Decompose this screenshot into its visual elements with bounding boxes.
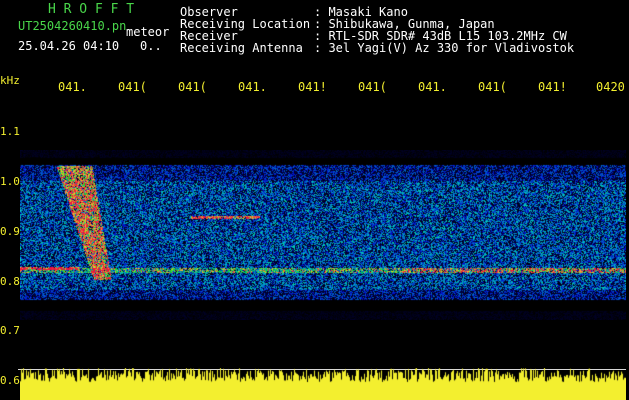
spectrogram (20, 150, 626, 320)
date-time: 25.04.26 04:10 (18, 39, 120, 53)
x-tick: 041( (358, 80, 387, 94)
y-tick: 0.6 (0, 374, 20, 387)
y-tick: 1.1 (0, 125, 20, 138)
app-brand: H R O F F T (48, 2, 135, 17)
x-tick: 041. (418, 80, 447, 94)
x-tick: 041( (178, 80, 207, 94)
antenna-label: Receiving Antenna (180, 41, 303, 55)
file-name: UT2504260410.pn (18, 19, 127, 33)
count-label: 0.. (140, 39, 162, 53)
y-tick: 1.0 (0, 175, 20, 188)
x-tick: 0420 (596, 80, 625, 94)
x-tick: 041. (58, 80, 87, 94)
x-tick: 041! (538, 80, 567, 94)
y-tick: 0.8 (0, 275, 20, 288)
x-tick: 041( (118, 80, 147, 94)
axis-unit-label: kHz (0, 74, 20, 87)
x-tick: 041( (478, 80, 507, 94)
antenna-value: : 3el Yagi(V) Az 330 for Vladivostok (314, 41, 575, 55)
x-tick: 041. (238, 80, 267, 94)
signal-level-graph (20, 368, 626, 400)
mode-label: meteor (126, 25, 170, 39)
y-tick: 0.9 (0, 225, 20, 238)
y-tick: 0.7 (0, 324, 20, 337)
x-tick: 041! (298, 80, 327, 94)
